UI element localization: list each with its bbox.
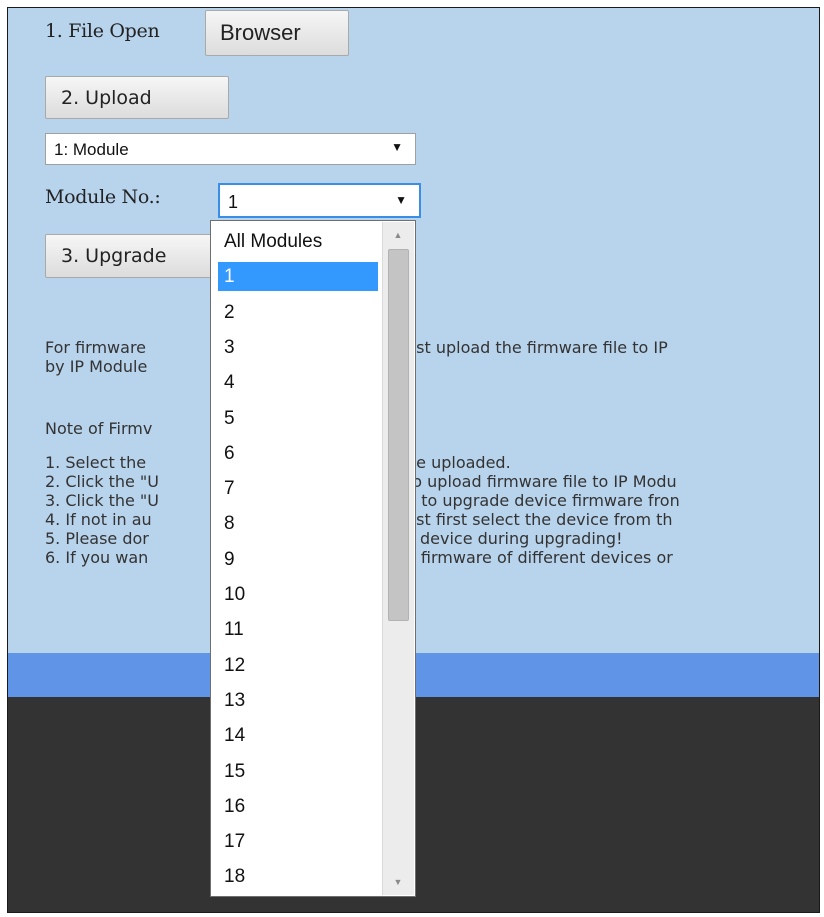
note-title: Note of Firmv — [45, 419, 153, 438]
note-item: n to upgrade device firmware fron — [406, 491, 680, 510]
dropdown-option[interactable]: 11 — [218, 615, 378, 644]
info-line: For firmware — [45, 338, 147, 357]
dropdown-option[interactable]: 9 — [218, 545, 378, 574]
module-no-select[interactable]: 1 ▼ — [218, 183, 421, 218]
upgrade-type-value: 1: Module — [54, 140, 129, 159]
note-item: e firmware of different devices or — [406, 548, 673, 567]
note-item: ust first select the device from th — [406, 510, 673, 529]
page-frame: 1. File Open Browser 2. Upload 1: Module… — [7, 7, 820, 913]
dropdown-option[interactable]: 13 — [218, 686, 378, 715]
upload-button[interactable]: 2. Upload — [45, 76, 229, 119]
dropdown-option[interactable]: 5 — [218, 404, 378, 433]
note-item: be uploaded. — [406, 453, 511, 472]
module-no-dropdown-list[interactable]: All Modules12345678910111213141516171819… — [210, 220, 416, 897]
dropdown-option[interactable]: 14 — [218, 721, 378, 750]
note-item: 4. If not in au — [45, 510, 152, 529]
dropdown-option[interactable]: 17 — [218, 827, 378, 856]
dropdown-option[interactable]: 8 — [218, 509, 378, 538]
dropdown-option[interactable]: 6 — [218, 439, 378, 468]
upgrade-button[interactable]: 3. Upgrade — [45, 234, 225, 278]
note-item: 5. Please dor — [45, 529, 149, 548]
dropdown-option[interactable]: 18 — [218, 862, 378, 891]
note-item: to upload firmware file to IP Modu — [406, 472, 677, 491]
file-open-label: 1. File Open — [45, 20, 160, 42]
dropdown-option[interactable]: 15 — [218, 757, 378, 786]
dropdown-option[interactable]: 12 — [218, 651, 378, 680]
module-no-label: Module No.: — [45, 186, 161, 208]
chevron-down-icon: ▼ — [395, 193, 407, 207]
chevron-down-icon: ▼ — [391, 140, 403, 154]
dropdown-option[interactable]: 4 — [218, 368, 378, 397]
dropdown-option[interactable]: 2 — [218, 298, 378, 327]
dropdown-option[interactable]: All Modules — [218, 227, 378, 256]
dropdown-option[interactable]: 7 — [218, 474, 378, 503]
info-line: ust upload the firmware file to IP — [406, 338, 668, 357]
scroll-down-arrow-icon[interactable]: ▼ — [383, 871, 413, 893]
note-item: 6. If you wan — [45, 548, 149, 567]
dropdown-option[interactable]: 1 — [218, 262, 378, 292]
scrollbar-thumb[interactable] — [388, 249, 409, 621]
dropdown-option[interactable]: 3 — [218, 333, 378, 362]
note-item: device during upgrading! — [420, 529, 623, 548]
upgrade-type-select[interactable]: 1: Module ▼ — [45, 133, 416, 165]
note-item: 2. Click the "U — [45, 472, 159, 491]
dropdown-scrollbar[interactable]: ▲ ▼ — [382, 222, 414, 895]
browser-button[interactable]: Browser — [205, 10, 349, 56]
info-line: by IP Module — [45, 357, 148, 376]
dropdown-option[interactable]: 16 — [218, 792, 378, 821]
scroll-up-arrow-icon[interactable]: ▲ — [383, 224, 413, 246]
module-no-value: 1 — [228, 192, 239, 212]
note-item: 1. Select the — [45, 453, 147, 472]
note-item: 3. Click the "U — [45, 491, 159, 510]
dropdown-option[interactable]: 10 — [218, 580, 378, 609]
